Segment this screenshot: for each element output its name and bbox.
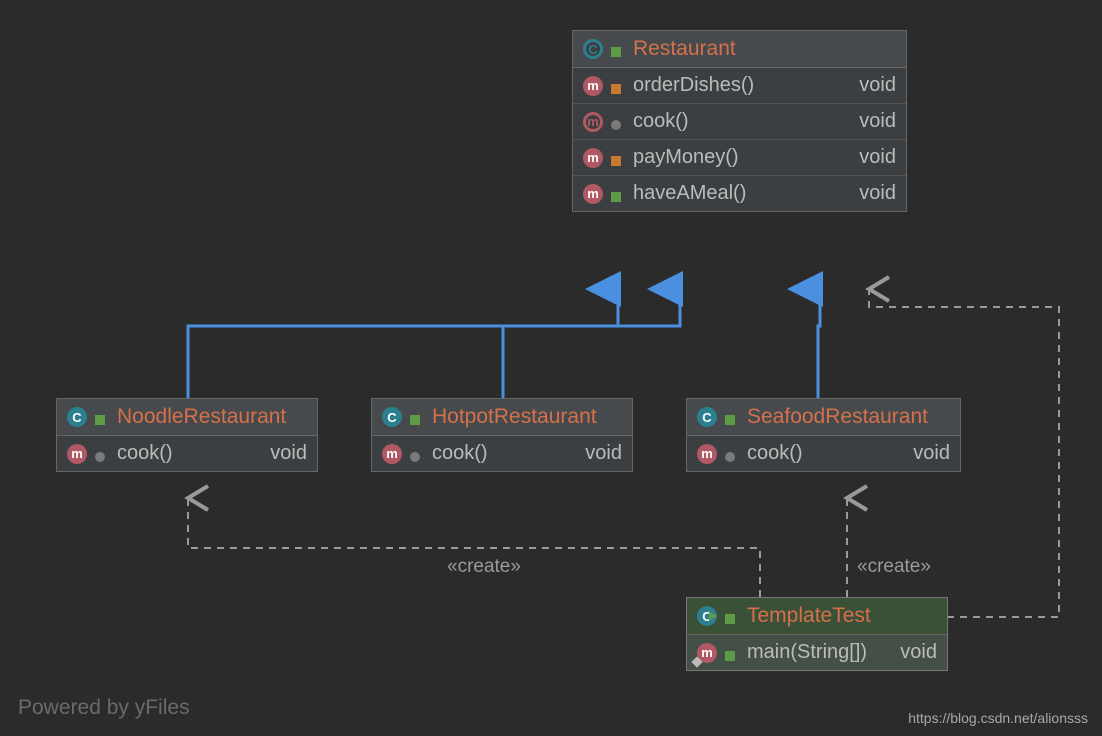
method-row[interactable]: m cook() void	[573, 104, 906, 140]
class-icon: C	[583, 39, 603, 59]
class-name-label: Restaurant	[633, 37, 736, 61]
unlock-icon	[410, 410, 424, 424]
method-name: cook()	[747, 442, 905, 465]
return-type: void	[585, 442, 622, 465]
class-icon: C	[382, 407, 402, 427]
class-header: C TemplateTest	[687, 598, 947, 635]
class-noodle[interactable]: C NoodleRestaurant m cook() void	[56, 398, 318, 472]
class-icon: C	[697, 407, 717, 427]
method-name: cook()	[633, 110, 851, 133]
method-name: orderDishes()	[633, 74, 851, 97]
unlock-icon	[725, 646, 739, 660]
class-body: m orderDishes() void m cook() void m pay…	[573, 68, 906, 211]
class-body: m cook() void	[57, 436, 317, 471]
class-header: C NoodleRestaurant	[57, 399, 317, 436]
class-body: m cook() void	[372, 436, 632, 471]
class-restaurant[interactable]: C Restaurant m orderDishes() void m cook…	[572, 30, 907, 212]
key-icon	[611, 115, 625, 129]
source-url: https://blog.csdn.net/alionsss	[908, 710, 1088, 726]
return-type: void	[913, 442, 950, 465]
unlock-icon	[611, 187, 625, 201]
class-header: C SeafoodRestaurant	[687, 399, 960, 436]
method-icon: m	[382, 444, 402, 464]
class-template-test[interactable]: C TemplateTest m main(String[]) void	[686, 597, 948, 671]
return-type: void	[859, 74, 896, 97]
runnable-class-icon: C	[697, 606, 717, 626]
method-row[interactable]: m payMoney() void	[573, 140, 906, 176]
return-type: void	[900, 641, 937, 664]
lock-icon	[611, 79, 625, 93]
return-type: void	[859, 146, 896, 169]
class-name-label: TemplateTest	[747, 604, 871, 628]
class-seafood[interactable]: C SeafoodRestaurant m cook() void	[686, 398, 961, 472]
lock-icon	[611, 151, 625, 165]
return-type: void	[270, 442, 307, 465]
diagram-canvas: C Restaurant m orderDishes() void m cook…	[0, 0, 1102, 736]
method-icon: m	[583, 184, 603, 204]
class-header: C HotpotRestaurant	[372, 399, 632, 436]
method-row[interactable]: m cook() void	[687, 436, 960, 471]
method-icon: m	[583, 112, 603, 132]
method-row[interactable]: m haveAMeal() void	[573, 176, 906, 211]
unlock-icon	[95, 410, 109, 424]
method-name: haveAMeal()	[633, 182, 851, 205]
class-icon: C	[67, 407, 87, 427]
create-label-2: «create»	[857, 556, 931, 578]
key-icon	[725, 447, 739, 461]
method-icon: m	[697, 444, 717, 464]
class-name-label: SeafoodRestaurant	[747, 405, 928, 429]
method-icon: m	[583, 76, 603, 96]
key-icon	[410, 447, 424, 461]
class-name-label: HotpotRestaurant	[432, 405, 597, 429]
class-body: m cook() void	[687, 436, 960, 471]
class-name-label: NoodleRestaurant	[117, 405, 286, 429]
static-method-icon: m	[697, 643, 717, 663]
method-name: cook()	[117, 442, 262, 465]
method-row[interactable]: m cook() void	[57, 436, 317, 471]
method-name: main(String[])	[747, 641, 892, 664]
method-row[interactable]: m main(String[]) void	[687, 635, 947, 670]
method-name: payMoney()	[633, 146, 851, 169]
run-icon	[709, 611, 717, 621]
method-icon: m	[583, 148, 603, 168]
return-type: void	[859, 110, 896, 133]
method-name: cook()	[432, 442, 577, 465]
class-header: C Restaurant	[573, 31, 906, 68]
class-hotpot[interactable]: C HotpotRestaurant m cook() void	[371, 398, 633, 472]
create-label-1: «create»	[447, 556, 521, 578]
return-type: void	[859, 182, 896, 205]
method-icon: m	[67, 444, 87, 464]
unlock-icon	[725, 410, 739, 424]
class-body: m main(String[]) void	[687, 635, 947, 670]
method-row[interactable]: m cook() void	[372, 436, 632, 471]
method-row[interactable]: m orderDishes() void	[573, 68, 906, 104]
powered-by-label: Powered by yFiles	[18, 696, 190, 720]
unlock-icon	[611, 42, 625, 56]
key-icon	[95, 447, 109, 461]
unlock-icon	[725, 609, 739, 623]
